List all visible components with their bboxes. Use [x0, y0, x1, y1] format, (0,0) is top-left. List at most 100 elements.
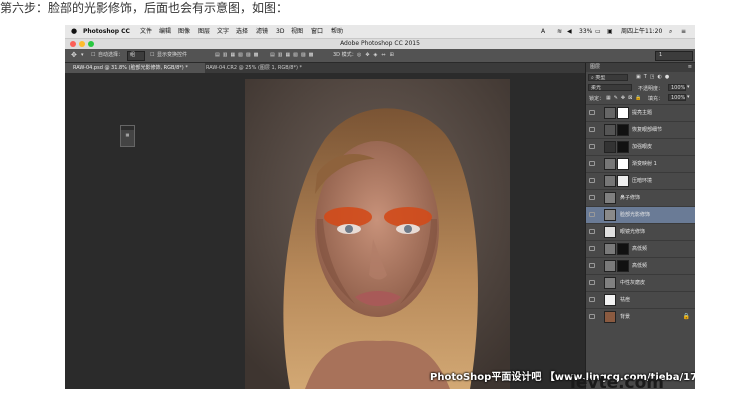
visibility-toggle-icon[interactable]	[589, 229, 595, 234]
fill-field[interactable]: 100%	[668, 94, 686, 101]
visibility-toggle-icon[interactable]	[589, 280, 595, 285]
auto-select-dropdown[interactable]: 组	[127, 51, 145, 61]
visibility-toggle-icon[interactable]	[589, 263, 595, 268]
layer-row[interactable]: 中性灰磨皮	[586, 274, 695, 291]
tab-label: RAW-04.CR2 @ 25% (图层 1, RGB/8*) *	[206, 65, 303, 71]
flag-icon[interactable]: ▣	[607, 28, 613, 35]
menubar-clock[interactable]: 周四上午11:20	[621, 28, 662, 35]
transform-controls-checkbox[interactable]: ☐	[150, 52, 154, 59]
layers-panel-title[interactable]: 图层	[590, 63, 600, 72]
layer-row[interactable]: 加强眼皮	[586, 138, 695, 155]
filter-kind-dropdown[interactable]: ⌕ 类型	[588, 74, 628, 81]
layer-row[interactable]: 高低频	[586, 257, 695, 274]
panel-icon[interactable]: ▦	[121, 130, 134, 137]
wifi-icon[interactable]: ≋	[557, 28, 562, 35]
layer-name: 高低频	[632, 263, 648, 269]
visibility-toggle-icon[interactable]	[589, 178, 595, 183]
visibility-toggle-icon[interactable]	[589, 195, 595, 200]
mask-thumbnail[interactable]	[617, 124, 629, 136]
transform-controls-label: 显示变换控件	[157, 52, 188, 58]
layer-row[interactable]: 祛痘	[586, 291, 695, 308]
layer-row[interactable]: 眼镜光修饰	[586, 223, 695, 240]
layer-row[interactable]: 压暗环境	[586, 172, 695, 189]
document-canvas[interactable]	[245, 79, 510, 389]
background-thumbnail	[604, 311, 616, 323]
floating-panel[interactable]: ▦	[120, 125, 135, 147]
close-window-button[interactable]	[70, 41, 76, 47]
minimize-window-button[interactable]	[79, 41, 85, 47]
layer-row-selected[interactable]: 脸部光影修饰	[586, 206, 695, 223]
layer-name: 渐变映射 1	[632, 161, 657, 167]
auto-select-checkbox[interactable]: ☐	[91, 52, 95, 59]
workspace-value: 1	[659, 52, 663, 58]
tab-raw04-psd[interactable]: RAW-04.psd @ 31.8% (脸部光影修饰, RGB/8*) *	[65, 63, 205, 73]
visibility-toggle-icon[interactable]	[589, 161, 595, 166]
visibility-toggle-icon[interactable]	[589, 127, 595, 132]
volume-icon[interactable]: ◀	[567, 28, 572, 35]
app-menu[interactable]: Photoshop CC	[83, 28, 130, 35]
menu-3d[interactable]: 3D	[276, 28, 284, 35]
battery-level[interactable]: 33%	[579, 28, 592, 35]
lock-icon[interactable]: 🔒	[683, 313, 690, 320]
layer-thumbnail	[604, 277, 616, 289]
layer-row[interactable]: 渐变映射 1	[586, 155, 695, 172]
workspace-dropdown[interactable]: 1	[655, 51, 693, 61]
lock-icons[interactable]: ▦✎✥⊠🔒	[606, 95, 645, 101]
distribute-buttons-icon[interactable]: ▤▥▦▧▨▩	[270, 52, 316, 59]
tool-preset-chevron-icon[interactable]: ▾	[81, 52, 84, 59]
fill-chevron-icon[interactable]: ▾	[687, 94, 690, 100]
mask-thumbnail[interactable]	[617, 158, 629, 170]
layer-name: 加强眼皮	[632, 144, 653, 150]
layer-row[interactable]: 鼻子修饰	[586, 189, 695, 206]
blend-mode-dropdown[interactable]: 柔光	[588, 84, 632, 91]
opacity-field[interactable]: 100%	[668, 84, 686, 91]
menu-select[interactable]: 选择	[236, 28, 248, 35]
menu-filter[interactable]: 滤镜	[256, 28, 268, 35]
visibility-toggle-icon[interactable]	[589, 212, 595, 217]
spotlight-icon[interactable]: ⌕	[669, 28, 672, 35]
notification-icon[interactable]: ≡	[681, 28, 686, 35]
mask-thumbnail[interactable]	[617, 107, 629, 119]
layer-thumbnail	[604, 226, 616, 238]
menu-file[interactable]: 文件	[140, 28, 152, 35]
tab-label: RAW-04.psd @ 31.8% (脸部光影修饰, RGB/8*) *	[73, 65, 188, 71]
menu-type[interactable]: 文字	[217, 28, 229, 35]
step-caption: 第六步：脸部的光影修饰，后面也会有示意图，如图：	[0, 1, 289, 15]
filter-icons[interactable]: ▣T◳◐●	[636, 74, 672, 80]
adobe-icon[interactable]: A	[541, 28, 545, 35]
visibility-toggle-icon[interactable]	[589, 110, 595, 115]
mask-thumbnail[interactable]	[617, 243, 629, 255]
menu-view[interactable]: 视图	[291, 28, 303, 35]
visibility-toggle-icon[interactable]	[589, 314, 595, 319]
layer-row[interactable]: 恢复眼部细节	[586, 121, 695, 138]
mask-thumbnail[interactable]	[617, 260, 629, 272]
panel-menu-icon[interactable]: ≡	[688, 63, 692, 72]
layer-row[interactable]: 高低频	[586, 240, 695, 257]
options-bar: ✥ ▾ ☐ 自动选择： 组 ☐ 显示变换控件 ▤▥▦▧▨▩ ▤▥▦▧▨▩ 3D …	[65, 49, 695, 63]
apple-icon[interactable]: ●	[71, 28, 77, 35]
3d-mode-icons[interactable]: ◎✥◈⇔⊞	[357, 52, 398, 59]
layer-name: 脸部光影修饰	[620, 212, 651, 218]
visibility-toggle-icon[interactable]	[589, 246, 595, 251]
window-titlebar: Adobe Photoshop CC 2015	[65, 39, 695, 49]
auto-select-value: 组	[130, 52, 136, 58]
tab-raw04-cr2[interactable]: RAW-04.CR2 @ 25% (图层 1, RGB/8*) *	[198, 63, 346, 73]
move-tool-icon[interactable]: ✥	[71, 52, 77, 59]
menu-help[interactable]: 帮助	[331, 28, 343, 35]
align-buttons-icon[interactable]: ▤▥▦▧▨▩	[215, 52, 261, 59]
mask-thumbnail[interactable]	[617, 141, 629, 153]
layer-name: 压暗环境	[632, 178, 653, 184]
zoom-window-button[interactable]	[88, 41, 94, 47]
layer-row[interactable]: 提亮主题	[586, 104, 695, 121]
layer-row[interactable]: 背景 🔒	[586, 308, 695, 325]
visibility-toggle-icon[interactable]	[589, 144, 595, 149]
menu-layer[interactable]: 图层	[198, 28, 210, 35]
menu-window[interactable]: 窗口	[311, 28, 323, 35]
visibility-toggle-icon[interactable]	[589, 297, 595, 302]
opacity-chevron-icon[interactable]: ▾	[687, 84, 690, 90]
blend-mode-value: 柔光	[591, 85, 602, 91]
menu-image[interactable]: 图像	[178, 28, 190, 35]
mask-thumbnail[interactable]	[617, 175, 629, 187]
menu-edit[interactable]: 编辑	[159, 28, 171, 35]
adjustment-thumbnail	[604, 107, 616, 119]
